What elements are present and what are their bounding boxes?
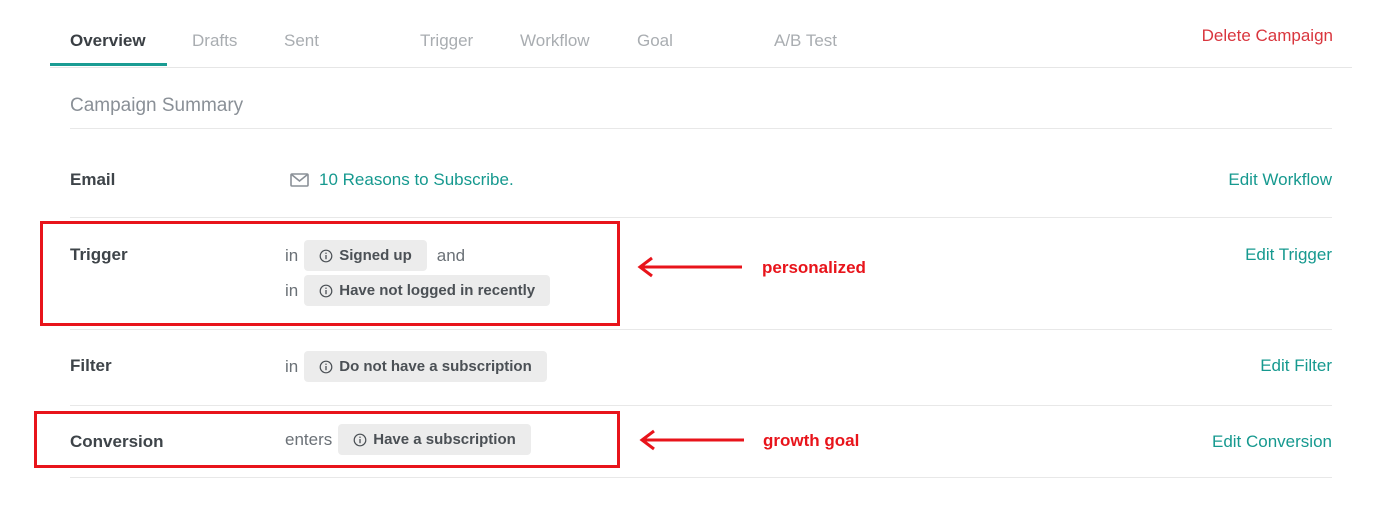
row-label-email: Email: [70, 170, 116, 189]
divider: [70, 128, 1332, 129]
edit-conversion-button[interactable]: Edit Conversion: [1212, 432, 1332, 452]
tab-ab-test[interactable]: A/B Test: [774, 31, 837, 51]
edit-workflow-button[interactable]: Edit Workflow: [1228, 170, 1332, 190]
segment-name: Do not have a subscription: [339, 358, 532, 375]
annotation-box-conversion: [34, 411, 620, 468]
divider: [70, 217, 1332, 218]
row-label-filter: Filter: [70, 356, 112, 375]
campaign-tab-bar: Overview Drafts Sent Trigger Workflow Go…: [50, 0, 1352, 68]
condition-prefix: in: [285, 356, 299, 376]
annotation-arrow-icon: [637, 256, 742, 278]
email-workflow-link[interactable]: 10 Reasons to Subscribe.: [319, 170, 514, 190]
tab-sent[interactable]: Sent: [284, 31, 319, 51]
annotation-label-personalized: personalized: [762, 258, 866, 277]
mail-icon: [290, 173, 309, 187]
edit-filter-button[interactable]: Edit Filter: [1260, 356, 1332, 376]
divider: [70, 477, 1332, 478]
filter-condition: in Do not have a subscription: [285, 351, 547, 382]
annotation-label-growth-goal: growth goal: [763, 431, 860, 450]
email-value: 10 Reasons to Subscribe.: [285, 170, 514, 190]
divider: [70, 405, 1332, 406]
campaign-overview-page: Overview Drafts Sent Trigger Workflow Go…: [0, 0, 1399, 513]
tab-workflow[interactable]: Workflow: [520, 31, 590, 51]
section-title: Campaign Summary: [70, 95, 244, 116]
tab-trigger[interactable]: Trigger: [420, 31, 473, 51]
tab-goal[interactable]: Goal: [637, 31, 673, 51]
delete-campaign-button[interactable]: Delete Campaign: [1202, 26, 1333, 46]
info-icon: [319, 360, 333, 374]
active-tab-indicator: [50, 63, 167, 66]
annotation-box-trigger: [40, 221, 620, 326]
tab-overview[interactable]: Overview: [70, 31, 146, 51]
segment-pill-no-subscription[interactable]: Do not have a subscription: [304, 351, 547, 382]
tab-drafts[interactable]: Drafts: [192, 31, 237, 51]
edit-trigger-button[interactable]: Edit Trigger: [1245, 245, 1332, 265]
annotation-arrow-icon: [639, 429, 744, 451]
divider: [70, 329, 1332, 330]
